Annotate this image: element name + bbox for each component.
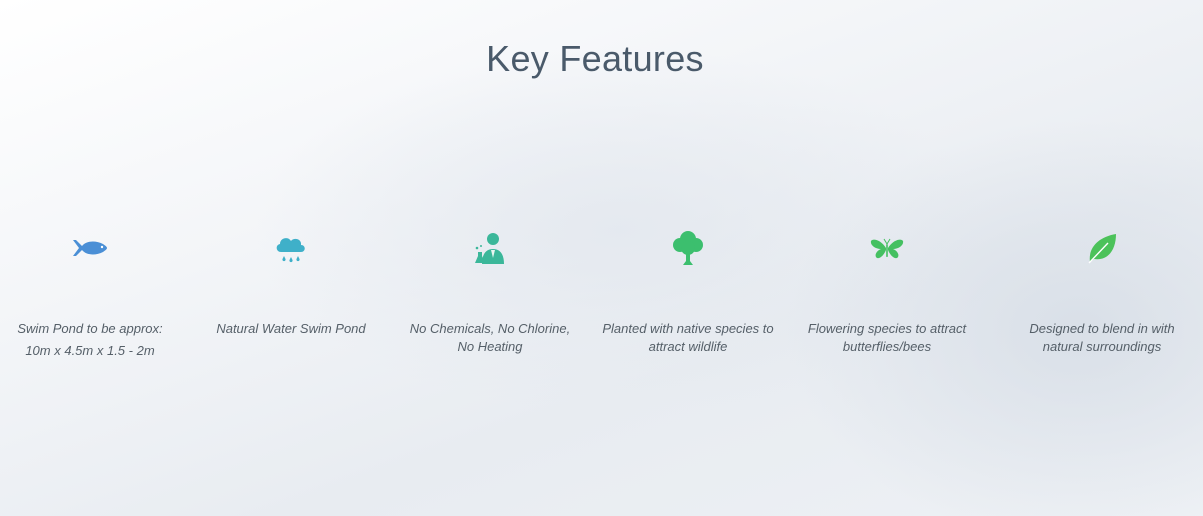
fish-icon: [73, 240, 107, 256]
feature-text: Planted with native species to attract w…: [602, 321, 774, 354]
tree-icon: [673, 231, 703, 265]
feature-native-planting: Planted with native species to attract w…: [598, 228, 778, 356]
scientist-icon: [475, 233, 504, 264]
feature-flowering-species: Flowering species to attract butterflies…: [797, 228, 977, 356]
feature-text: Designed to blend in with natural surrou…: [1029, 321, 1175, 354]
feature-swim-pond-size: Swim Pond to be approx: 10m x 4.5m x 1.5…: [0, 228, 180, 360]
slide-title: Key Features: [486, 38, 704, 79]
feature-natural-water: Natural Water Swim Pond: [201, 228, 381, 338]
feature-text: Natural Water Swim Pond: [216, 321, 366, 336]
feature-text: No Chemicals, No Chlorine, No Heating: [409, 321, 571, 354]
slide: Key Features Swim Pond to be approx: 10m…: [0, 0, 1203, 516]
feature-blend-in: Designed to blend in with natural surrou…: [1012, 228, 1192, 356]
butterfly-icon: [870, 238, 904, 259]
feature-no-chemicals: No Chemicals, No Chlorine, No Heating: [400, 228, 580, 356]
feature-dimensions: 10m x 4.5m x 1.5 - 2m: [25, 343, 155, 358]
leaf-icon: [1088, 234, 1116, 264]
feature-text: Flowering species to attract butterflies…: [807, 321, 967, 354]
feature-text: Swim Pond to be approx:: [17, 321, 163, 336]
rain-cloud-icon: [276, 238, 305, 263]
